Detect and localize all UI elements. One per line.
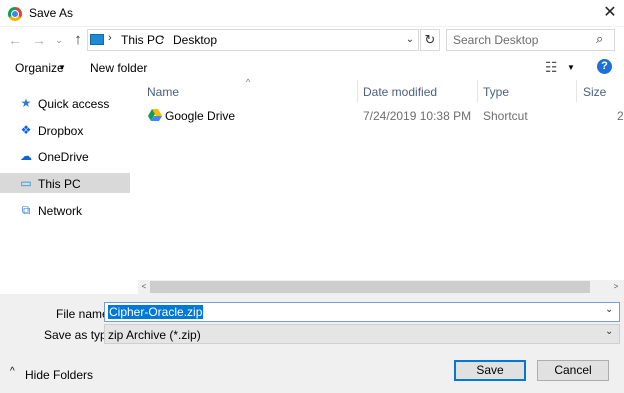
address-dropdown-chevron-icon[interactable]: ⌄ xyxy=(404,31,416,49)
cancel-button[interactable]: Cancel xyxy=(537,360,609,381)
chrome-icon xyxy=(8,7,22,21)
sidebar-item-label: OneDrive xyxy=(38,150,89,164)
sidebar-item-label: Quick access xyxy=(38,97,110,111)
breadcrumb-this-pc[interactable]: This PC xyxy=(121,33,164,47)
network-icon: ⧉ xyxy=(21,203,31,217)
file-date: 7/24/2019 10:38 PM xyxy=(363,109,472,123)
scroll-left-icon[interactable]: < xyxy=(138,280,150,294)
search-placeholder: Search Desktop xyxy=(453,33,539,47)
chevron-down-icon[interactable]: ⌄ xyxy=(605,326,613,337)
column-divider[interactable] xyxy=(477,80,478,102)
title-bar xyxy=(0,0,624,27)
breadcrumb-separator-icon[interactable]: › xyxy=(161,32,165,44)
column-divider[interactable] xyxy=(357,80,358,102)
sort-ascending-icon: ^ xyxy=(246,77,251,87)
chevron-down-icon[interactable]: ⌄ xyxy=(605,304,613,315)
column-header-name[interactable]: Name xyxy=(147,85,179,99)
breadcrumb-desktop[interactable]: Desktop xyxy=(173,33,217,47)
star-icon: ★ xyxy=(20,96,32,110)
breadcrumb-separator-icon[interactable]: › xyxy=(108,32,112,44)
scrollbar-thumb[interactable] xyxy=(150,281,590,293)
save-as-type-value[interactable]: zip Archive (*.zip) xyxy=(108,328,201,342)
search-icon[interactable]: ⌕ xyxy=(596,31,603,47)
view-options-icon[interactable]: ☷ xyxy=(545,59,558,76)
up-arrow-icon[interactable]: ↑ xyxy=(70,30,86,50)
sidebar-item-this-pc[interactable]: ▭ This PC xyxy=(0,173,130,193)
file-name: Google Drive xyxy=(165,109,236,123)
save-button[interactable]: Save xyxy=(454,360,526,381)
scroll-right-icon[interactable]: > xyxy=(610,280,622,294)
hide-folders-button[interactable]: Hide Folders xyxy=(25,368,93,382)
recent-locations-chevron-icon[interactable]: ⌄ xyxy=(53,31,65,49)
sidebar-item-label: This PC xyxy=(38,177,81,191)
close-button[interactable]: ✕ xyxy=(598,3,622,23)
computer-icon xyxy=(90,34,104,45)
sidebar-item-dropbox[interactable]: ❖ Dropbox xyxy=(0,120,130,140)
column-divider[interactable] xyxy=(576,80,577,102)
dropbox-icon: ❖ xyxy=(20,123,32,137)
chevron-up-icon[interactable]: ^ xyxy=(10,366,15,377)
organize-button[interactable]: Organize xyxy=(15,61,64,75)
sidebar-item-quick-access[interactable]: ★ Quick access xyxy=(0,93,130,113)
new-folder-button[interactable]: New folder xyxy=(90,61,147,75)
back-arrow-icon[interactable]: ← xyxy=(7,31,23,49)
column-header-type[interactable]: Type xyxy=(483,85,509,99)
sidebar-item-onedrive[interactable]: ☁ OneDrive xyxy=(0,146,130,166)
help-icon[interactable]: ? xyxy=(597,59,612,74)
sidebar-item-label: Dropbox xyxy=(38,124,84,138)
caret-down-icon[interactable]: ▼ xyxy=(567,63,575,72)
sidebar-item-network[interactable]: ⧉ Network xyxy=(0,200,130,220)
cloud-icon: ☁ xyxy=(20,149,32,163)
file-name-value[interactable]: Cipher-Oracle.zip xyxy=(108,305,204,319)
forward-arrow-icon[interactable]: → xyxy=(31,31,47,49)
column-header-size[interactable]: Size xyxy=(583,85,606,99)
column-header-date[interactable]: Date modified xyxy=(363,85,437,99)
file-type: Shortcut xyxy=(483,109,528,123)
window-title: Save As xyxy=(29,6,74,20)
sidebar-item-label: Network xyxy=(38,204,83,218)
caret-down-icon[interactable]: ▼ xyxy=(58,63,66,72)
file-size: 2 xyxy=(617,109,624,123)
refresh-icon[interactable]: ↻ xyxy=(420,29,440,51)
google-drive-icon xyxy=(148,109,162,121)
computer-icon: ▭ xyxy=(20,176,32,190)
